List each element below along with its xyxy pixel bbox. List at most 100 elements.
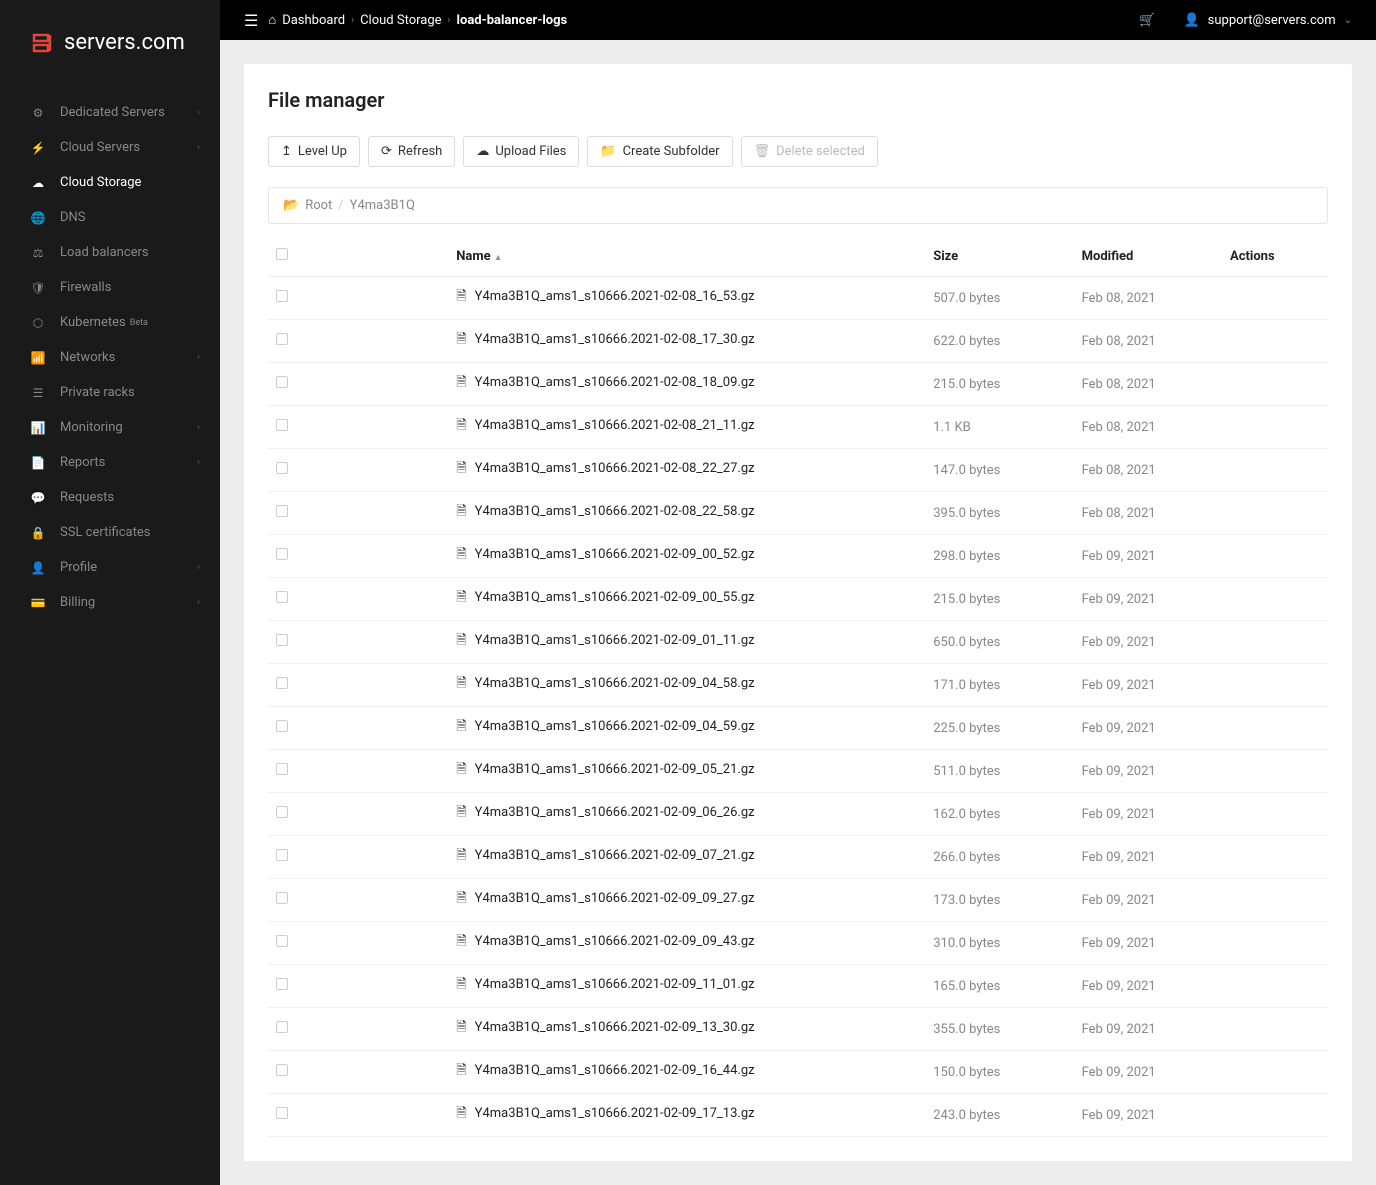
file-name-cell[interactable]: 🗎Y4ma3B1Q_ams1_s10666.2021-02-09_13_30.g… <box>448 1008 925 1051</box>
table-row: 🗎Y4ma3B1Q_ams1_s10666.2021-02-09_00_55.g… <box>268 578 1328 621</box>
file-name-cell[interactable]: 🗎Y4ma3B1Q_ams1_s10666.2021-02-08_22_27.g… <box>448 449 925 492</box>
file-manager-panel: File manager ↥Level Up ⟳Refresh ☁Upload … <box>244 64 1352 1161</box>
upload-files-button[interactable]: ☁Upload Files <box>463 136 579 167</box>
file-modified: Feb 09, 2021 <box>1074 965 1222 1008</box>
file-modified: Feb 09, 2021 <box>1074 1051 1222 1094</box>
sidebar-item-kubernetes[interactable]: ⬡KubernetesBeta <box>0 305 220 340</box>
file-name-cell[interactable]: 🗎Y4ma3B1Q_ams1_s10666.2021-02-09_05_21.g… <box>448 750 925 793</box>
sidebar-item-networks[interactable]: 📶Networks› <box>0 340 220 375</box>
brand-icon <box>30 31 54 55</box>
file-modified: Feb 08, 2021 <box>1074 320 1222 363</box>
file-size: 622.0 bytes <box>925 320 1073 363</box>
file-name-cell[interactable]: 🗎Y4ma3B1Q_ams1_s10666.2021-02-09_07_21.g… <box>448 836 925 879</box>
table-row: 🗎Y4ma3B1Q_ams1_s10666.2021-02-09_09_43.g… <box>268 922 1328 965</box>
file-name-cell[interactable]: 🗎Y4ma3B1Q_ams1_s10666.2021-02-09_11_01.g… <box>448 965 925 1008</box>
file-name-cell[interactable]: 🗎Y4ma3B1Q_ams1_s10666.2021-02-09_04_59.g… <box>448 707 925 750</box>
file-name-cell[interactable]: 🗎Y4ma3B1Q_ams1_s10666.2021-02-09_17_13.g… <box>448 1094 925 1137</box>
file-size: 171.0 bytes <box>925 664 1073 707</box>
brand-text: servers.com <box>64 30 185 55</box>
file-name-cell[interactable]: 🗎Y4ma3B1Q_ams1_s10666.2021-02-09_06_26.g… <box>448 793 925 836</box>
file-icon: 🗎 <box>456 1020 466 1035</box>
nav-icon: 📶 <box>30 351 46 365</box>
menu-icon[interactable]: ☰ <box>244 11 258 30</box>
file-icon: 🗎 <box>456 547 466 562</box>
nav-icon: ☁ <box>30 176 46 190</box>
file-name-cell[interactable]: 🗎Y4ma3B1Q_ams1_s10666.2021-02-08_18_09.g… <box>448 363 925 406</box>
file-name-cell[interactable]: 🗎Y4ma3B1Q_ams1_s10666.2021-02-08_16_53.g… <box>448 277 925 320</box>
file-table: Name▲ Size Modified Actions 🗎Y4ma3B1Q_am… <box>268 236 1328 1137</box>
row-checkbox[interactable] <box>276 462 288 474</box>
path-root[interactable]: Root <box>305 198 332 213</box>
row-checkbox[interactable] <box>276 591 288 603</box>
chevron-right-icon: › <box>197 597 200 608</box>
column-modified[interactable]: Modified <box>1074 236 1222 277</box>
row-checkbox[interactable] <box>276 1064 288 1076</box>
row-checkbox[interactable] <box>276 978 288 990</box>
row-checkbox[interactable] <box>276 1021 288 1033</box>
row-checkbox[interactable] <box>276 505 288 517</box>
row-checkbox[interactable] <box>276 677 288 689</box>
level-up-button[interactable]: ↥Level Up <box>268 136 360 167</box>
row-checkbox[interactable] <box>276 935 288 947</box>
brand-logo[interactable]: servers.com <box>0 0 220 75</box>
file-actions <box>1222 965 1328 1008</box>
table-row: 🗎Y4ma3B1Q_ams1_s10666.2021-02-09_05_21.g… <box>268 750 1328 793</box>
file-name-cell[interactable]: 🗎Y4ma3B1Q_ams1_s10666.2021-02-09_16_44.g… <box>448 1051 925 1094</box>
column-name[interactable]: Name▲ <box>448 236 925 277</box>
table-row: 🗎Y4ma3B1Q_ams1_s10666.2021-02-08_21_11.g… <box>268 406 1328 449</box>
file-name-cell[interactable]: 🗎Y4ma3B1Q_ams1_s10666.2021-02-09_04_58.g… <box>448 664 925 707</box>
sidebar-item-label: Load balancers <box>60 245 149 260</box>
file-name-cell[interactable]: 🗎Y4ma3B1Q_ams1_s10666.2021-02-09_00_55.g… <box>448 578 925 621</box>
file-name-cell[interactable]: 🗎Y4ma3B1Q_ams1_s10666.2021-02-08_17_30.g… <box>448 320 925 363</box>
row-checkbox[interactable] <box>276 892 288 904</box>
sidebar-item-profile[interactable]: 👤Profile› <box>0 550 220 585</box>
sidebar-item-private-racks[interactable]: ☰Private racks <box>0 375 220 410</box>
row-checkbox[interactable] <box>276 763 288 775</box>
refresh-button[interactable]: ⟳Refresh <box>368 136 455 167</box>
cart-icon[interactable]: 🛒 <box>1139 13 1155 28</box>
column-size[interactable]: Size <box>925 236 1073 277</box>
crumb-dashboard[interactable]: Dashboard <box>282 13 345 28</box>
row-checkbox[interactable] <box>276 634 288 646</box>
row-checkbox[interactable] <box>276 1107 288 1119</box>
file-name-cell[interactable]: 🗎Y4ma3B1Q_ams1_s10666.2021-02-09_00_52.g… <box>448 535 925 578</box>
nav-icon: 🔒 <box>30 526 46 540</box>
sidebar-item-monitoring[interactable]: 📊Monitoring› <box>0 410 220 445</box>
user-menu[interactable]: 👤 support@servers.com ⌄ <box>1183 13 1352 28</box>
table-row: 🗎Y4ma3B1Q_ams1_s10666.2021-02-09_00_52.g… <box>268 535 1328 578</box>
file-actions <box>1222 320 1328 363</box>
file-name-cell[interactable]: 🗎Y4ma3B1Q_ams1_s10666.2021-02-09_01_11.g… <box>448 621 925 664</box>
sidebar-item-load-balancers[interactable]: ⚖Load balancers <box>0 235 220 270</box>
row-checkbox[interactable] <box>276 419 288 431</box>
level-up-icon: ↥ <box>281 144 292 159</box>
row-checkbox[interactable] <box>276 806 288 818</box>
home-icon[interactable]: ⌂ <box>268 12 276 28</box>
select-all-checkbox[interactable] <box>276 248 288 260</box>
file-size: 507.0 bytes <box>925 277 1073 320</box>
sidebar-item-dedicated-servers[interactable]: ⚙Dedicated Servers› <box>0 95 220 130</box>
row-checkbox[interactable] <box>276 290 288 302</box>
file-modified: Feb 09, 2021 <box>1074 621 1222 664</box>
sidebar-item-dns[interactable]: 🌐DNS <box>0 200 220 235</box>
row-checkbox[interactable] <box>276 376 288 388</box>
file-actions <box>1222 406 1328 449</box>
sidebar-item-reports[interactable]: 📄Reports› <box>0 445 220 480</box>
file-name-cell[interactable]: 🗎Y4ma3B1Q_ams1_s10666.2021-02-08_22_58.g… <box>448 492 925 535</box>
row-checkbox[interactable] <box>276 849 288 861</box>
file-name-cell[interactable]: 🗎Y4ma3B1Q_ams1_s10666.2021-02-08_21_11.g… <box>448 406 925 449</box>
sidebar-item-billing[interactable]: 💳Billing› <box>0 585 220 620</box>
sidebar-item-firewalls[interactable]: 🛡Firewalls <box>0 270 220 305</box>
sidebar-item-requests[interactable]: 💬Requests <box>0 480 220 515</box>
sidebar-item-cloud-storage[interactable]: ☁Cloud Storage <box>0 165 220 200</box>
file-name-cell[interactable]: 🗎Y4ma3B1Q_ams1_s10666.2021-02-09_09_43.g… <box>448 922 925 965</box>
chevron-down-icon: ⌄ <box>1344 15 1352 26</box>
file-size: 147.0 bytes <box>925 449 1073 492</box>
create-subfolder-button[interactable]: 📁Create Subfolder <box>587 136 732 167</box>
row-checkbox[interactable] <box>276 333 288 345</box>
row-checkbox[interactable] <box>276 548 288 560</box>
sidebar-item-cloud-servers[interactable]: ⚡Cloud Servers› <box>0 130 220 165</box>
row-checkbox[interactable] <box>276 720 288 732</box>
file-name-cell[interactable]: 🗎Y4ma3B1Q_ams1_s10666.2021-02-09_09_27.g… <box>448 879 925 922</box>
sidebar-item-ssl-certificates[interactable]: 🔒SSL certificates <box>0 515 220 550</box>
crumb-cloud-storage[interactable]: Cloud Storage <box>360 13 441 28</box>
